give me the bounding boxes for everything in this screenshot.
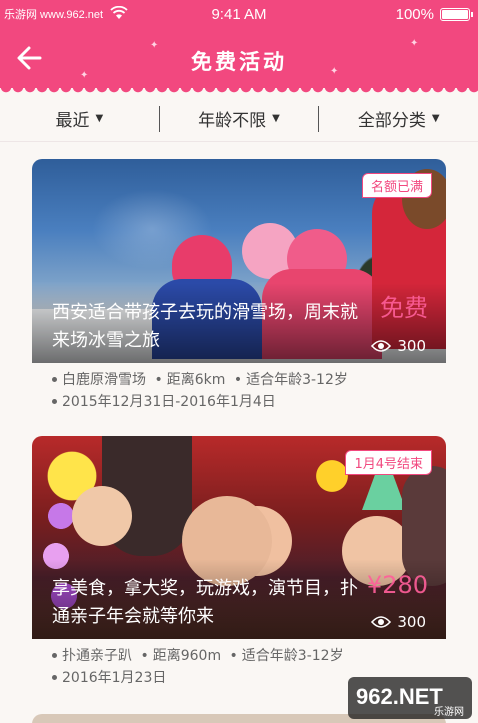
eye-icon	[371, 616, 392, 628]
meta-line-location: 白鹿原滑雪场 • 距离6km • 适合年龄3-12岁	[52, 369, 446, 391]
activity-title: 西安适合带孩子去玩的滑雪场，周末就来场冰雪之旅	[52, 302, 358, 351]
filter-label: 年龄不限	[198, 111, 267, 131]
header: ✦ ✦ ✦ ✦ 免费活动	[0, 30, 478, 95]
activity-card[interactable]: 1月4号结束 享美食，拿大奖，玩游戏，演节目，扑通亲子年会就等你来 ¥280 3…	[32, 436, 446, 689]
meta-line-location: 扑通亲子趴 • 距离960m • 适合年龄3-12岁	[52, 645, 446, 667]
filter-label: 最近	[55, 111, 90, 131]
view-count-value: 300	[397, 337, 426, 355]
status-badge: 1月4号结束	[345, 450, 432, 475]
child-figure	[72, 486, 132, 546]
filter-age[interactable]: 年龄不限 ▼	[158, 105, 319, 132]
date: 2016年1月23日	[62, 670, 167, 686]
logo-text: 962.NET	[356, 684, 443, 709]
page-title: 免费活动	[191, 50, 287, 74]
activity-photo: 1月4号结束 享美食，拿大奖，玩游戏，演节目，扑通亲子年会就等你来 ¥280 3…	[32, 436, 446, 639]
scallop-border	[0, 87, 478, 95]
status-badge: 名额已满	[361, 173, 432, 198]
location: 扑通亲子趴	[62, 648, 132, 664]
activity-card[interactable]: 名额已满 西安适合带孩子去玩的滑雪场，周末就来场冰雪之旅 免费 300 白鹿原滑…	[32, 159, 446, 413]
price-tag: 免费	[380, 294, 428, 322]
date: 2015年12月31日-2016年1月4日	[62, 394, 276, 410]
battery-icon	[440, 8, 473, 21]
price-tag: ¥280	[366, 571, 428, 599]
caret-down-icon: ▼	[272, 113, 280, 124]
caret-down-icon: ▼	[431, 113, 440, 124]
distance: 距离960m	[152, 648, 222, 664]
activity-meta: 白鹿原滑雪场 • 距离6km • 适合年龄3-12岁 2015年12月31日-201…	[32, 363, 446, 413]
activity-photo: 名额已满 西安适合带孩子去玩的滑雪场，周末就来场冰雪之旅 免费 300	[32, 159, 446, 363]
activity-title: 享美食，拿大奖，玩游戏，演节目，扑通亲子年会就等你来	[52, 578, 358, 627]
meta-line-date: 2015年12月31日-2016年1月4日	[52, 391, 446, 413]
caret-down-icon: ▼	[95, 113, 104, 124]
site-logo: 962.NET 乐游网	[348, 677, 472, 719]
age-range: 适合年龄3-12岁	[246, 372, 348, 388]
battery-percent: 100%	[395, 6, 434, 23]
filter-sort[interactable]: 最近 ▼	[0, 106, 159, 132]
location: 白鹿原滑雪场	[62, 372, 146, 388]
view-count: 300	[371, 337, 426, 355]
filter-bar: 最近 ▼ 年龄不限 ▼ 全部分类 ▼	[0, 96, 478, 142]
view-count-value: 300	[397, 613, 426, 631]
view-count: 300	[371, 613, 426, 631]
distance: 距离6km	[166, 372, 226, 388]
status-bar: 乐游网 www.962.net 9:41 AM 100%	[0, 0, 478, 30]
eye-icon	[371, 340, 392, 352]
filter-category[interactable]: 全部分类 ▼	[318, 105, 478, 132]
filter-label: 全部分类	[357, 111, 426, 131]
logo-subtext: 乐游网	[434, 705, 464, 718]
age-range: 适合年龄3-12岁	[241, 648, 344, 664]
